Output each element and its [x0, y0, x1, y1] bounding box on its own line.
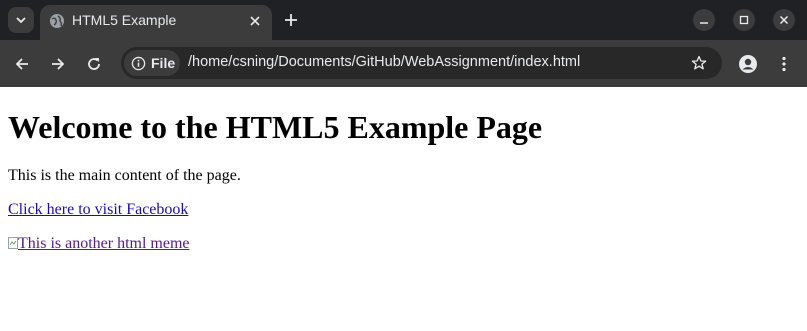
close-icon: [779, 15, 789, 25]
address-url[interactable]: /home/csning/Documents/GitHub/WebAssignm…: [188, 54, 580, 70]
tab-active[interactable]: HTML5 Example: [40, 5, 272, 40]
file-scheme-label: File: [151, 55, 176, 71]
minimize-icon: [700, 22, 708, 24]
broken-image-icon: [8, 237, 18, 249]
globe-icon: [50, 14, 64, 28]
plus-icon: [285, 14, 297, 26]
close-icon: [250, 16, 260, 26]
more-vert-icon: [782, 56, 786, 72]
maximize-icon: [739, 15, 749, 25]
reload-button[interactable]: [81, 51, 107, 77]
minimize-button[interactable]: [693, 9, 715, 31]
back-button[interactable]: [9, 51, 35, 77]
main-paragraph: This is the main content of the page.: [8, 167, 241, 184]
reload-icon: [88, 58, 100, 70]
forward-button[interactable]: [45, 51, 71, 77]
tab-strip: HTML5 Example: [0, 0, 807, 40]
menu-button[interactable]: [771, 51, 797, 77]
meme-image-alt-text: This is another html meme: [18, 235, 190, 252]
site-info-chip[interactable]: File: [124, 50, 180, 76]
info-icon: [131, 56, 146, 70]
meme-image-paragraph: This is another html meme: [8, 235, 190, 253]
star-icon: [691, 55, 707, 70]
facebook-link-paragraph: Click here to visit Facebook: [8, 201, 188, 219]
meme-image-link[interactable]: This is another html meme: [8, 235, 190, 252]
page-heading: Welcome to the HTML5 Example Page: [8, 109, 543, 145]
facebook-link[interactable]: Click here to visit Facebook: [8, 201, 188, 218]
profile-icon: [739, 55, 757, 73]
chevron-down-icon: [16, 17, 26, 24]
browser-chrome: HTML5 Example File /home/csning/Document…: [0, 0, 807, 87]
tab-close-button[interactable]: [246, 12, 264, 30]
maximize-button[interactable]: [733, 9, 755, 31]
arrow-right-icon: [52, 58, 65, 70]
toolbar: File /home/csning/Documents/GitHub/WebAs…: [0, 40, 807, 87]
profile-button[interactable]: [735, 51, 761, 77]
page-content: Welcome to the HTML5 Example Page This i…: [0, 87, 807, 331]
address-bar[interactable]: File /home/csning/Documents/GitHub/WebAs…: [121, 47, 722, 79]
window-close-button[interactable]: [773, 9, 795, 31]
tab-title: HTML5 Example: [72, 12, 177, 28]
tab-search-button[interactable]: [8, 7, 34, 33]
bookmark-button[interactable]: [689, 53, 709, 73]
new-tab-button[interactable]: [280, 9, 302, 31]
arrow-left-icon: [15, 58, 28, 70]
